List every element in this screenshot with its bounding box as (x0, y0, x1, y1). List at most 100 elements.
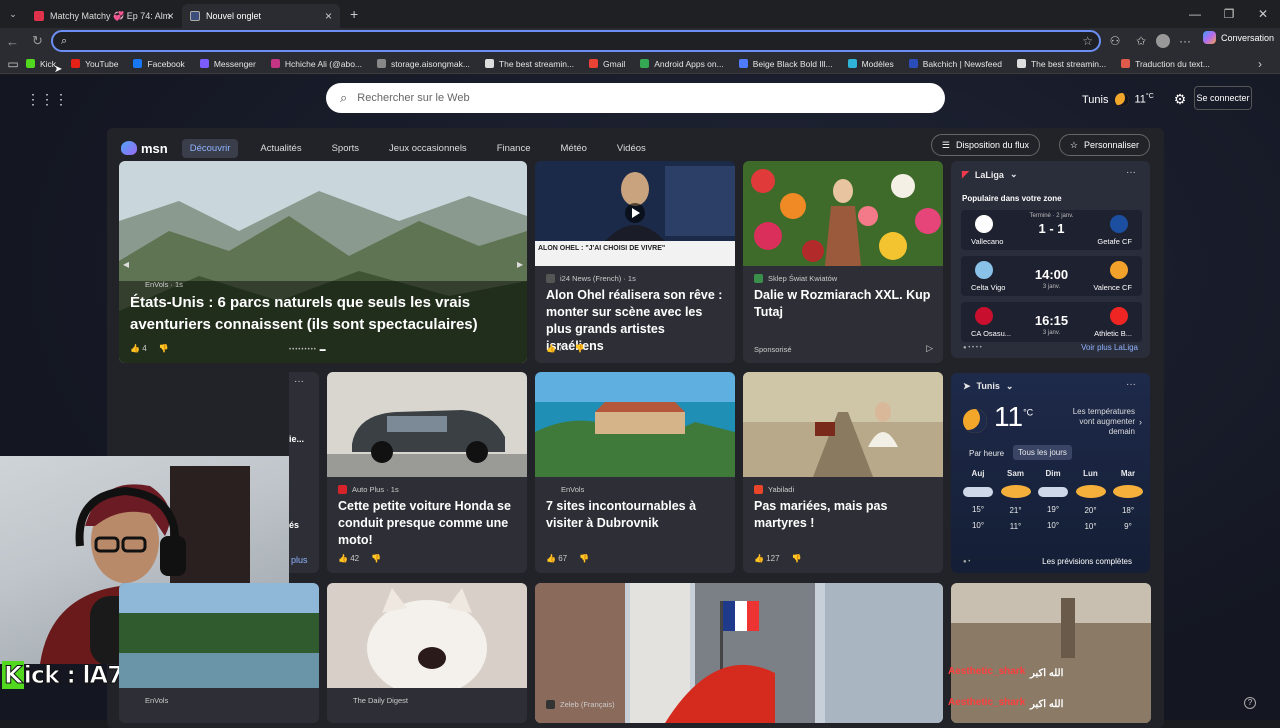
tab-decouvrir[interactable]: Découvrir (181, 138, 239, 158)
tab-par-heure[interactable]: Par heure (969, 449, 1004, 458)
pager-dots[interactable]: ● • • • • (963, 345, 982, 351)
tab-finance[interactable]: Finance (489, 139, 539, 158)
favorite-star-icon[interactable]: ☆ (1082, 34, 1093, 48)
more-icon[interactable]: ··· (1174, 31, 1196, 51)
bookmark-item[interactable]: YouTube (71, 59, 118, 69)
carousel-prev-icon[interactable]: ◂ (123, 257, 129, 271)
pager-dots[interactable]: ● • (963, 559, 970, 565)
sponsored-card-dalie[interactable]: Sklep Świat Kwiatów Dalie w Rozmiarach X… (743, 161, 943, 363)
news-card-alon[interactable]: ALON OHEL : "J'AI CHOISI DE VIVRE" i24 N… (535, 161, 735, 363)
msn-logo[interactable]: msn (121, 141, 168, 156)
hero-card[interactable]: ◂ ▸ EnVols · 1s États-Unis : 6 parcs nat… (119, 161, 527, 363)
weather-note-chevron-icon[interactable]: › (1139, 417, 1142, 427)
laliga-more-link[interactable]: Voir plus LaLiga (1081, 343, 1138, 352)
forecast-day[interactable]: Lun 20° 10° (1075, 469, 1106, 531)
bookmark-item[interactable]: Hchiche Ali (@abo... (270, 59, 362, 69)
card-title[interactable]: Pas mariées, mais pas martyres ! (754, 498, 933, 532)
settings-gear-icon[interactable]: ⚙ (1174, 91, 1187, 108)
new-tab-plus-icon[interactable]: + (350, 6, 358, 22)
carousel-dots[interactable]: ••••••••• ▬ (289, 347, 327, 353)
match-row[interactable]: CA Osasu... Athletic B... 16:15 3 janv. (961, 302, 1142, 342)
carousel-next-icon[interactable]: ▸ (517, 257, 523, 271)
bookmark-item[interactable]: Messenger (199, 59, 256, 69)
news-card-bottom-2[interactable]: The Daily Digest (327, 583, 527, 723)
bookmark-item[interactable]: Beige Black Bold Ill... (738, 59, 833, 69)
bookmark-item[interactable]: Bakchich | Newsfeed (908, 59, 1002, 69)
ad-play-icon[interactable]: ▷ (926, 343, 933, 354)
laliga-widget[interactable]: ◤ LaLiga ⌄ ··· Populaire dans votre zone V… (951, 161, 1150, 358)
tab-actualites[interactable]: Actualités (252, 139, 309, 158)
like-icon[interactable]: 👍 7 (546, 344, 563, 353)
bookmark-item[interactable]: Android Apps on... (640, 59, 724, 69)
card-title[interactable]: Dalie w Rozmiarach XXL. Kup Tutaj (754, 287, 933, 321)
news-card-honda[interactable]: Auto Plus · 1s Cette petite voiture Hond… (327, 372, 527, 573)
card-title[interactable]: 7 sites incontournables à visiter à Dubr… (546, 498, 725, 532)
minimize-icon[interactable]: — (1178, 0, 1212, 28)
tab-actions-chevron-icon[interactable]: ⌄ (0, 9, 26, 20)
news-card-mariees[interactable]: Yabiladi Pas mariées, mais pas martyres … (743, 372, 943, 573)
avatar[interactable] (1156, 34, 1170, 48)
close-icon[interactable]: × (167, 9, 174, 23)
tab-meteo[interactable]: Météo (553, 139, 595, 158)
tab-new-tab[interactable]: Nouvel onglet × (182, 4, 340, 28)
forecast-day[interactable]: Auj 15° 10° (963, 469, 993, 531)
more-icon[interactable]: ··· (294, 376, 304, 387)
bookmark-item[interactable]: storage.aisongmak... (377, 59, 470, 69)
header-weather[interactable]: Tunis 11°C ⚙ (1082, 91, 1186, 108)
copilot-button[interactable]: Conversation (1202, 31, 1274, 44)
laliga-header[interactable]: ◤ LaLiga ⌄ (962, 169, 1017, 180)
dislike-icon[interactable]: 👎 (575, 344, 585, 353)
dislike-icon[interactable]: 👎 (579, 554, 589, 563)
favorites-icon[interactable]: ✩ (1130, 31, 1152, 51)
bookmark-item[interactable]: The best streamin... (1016, 59, 1106, 69)
dislike-icon[interactable]: 👎 (371, 554, 381, 563)
bookmarks-more-chevron-icon[interactable]: › (1258, 57, 1262, 71)
personalize-button[interactable]: ☆ Personnaliser (1058, 134, 1150, 156)
sign-in-button[interactable]: Se connecter (1194, 86, 1252, 110)
close-icon[interactable]: × (325, 9, 332, 23)
app-launcher-icon[interactable]: ⋮⋮⋮ (26, 91, 68, 108)
feed-layout-button[interactable]: ☰ Disposition du flux (930, 134, 1040, 156)
bookmark-item[interactable]: The best streamin... (484, 59, 574, 69)
weather-widget[interactable]: ➤ Tunis ⌄ ··· 11°C Les températures vont a… (951, 373, 1150, 573)
more-icon[interactable]: ··· (1126, 379, 1136, 390)
forecast-day[interactable]: Mar 18° 9° (1113, 469, 1143, 531)
bookmark-item[interactable]: Modèles (847, 59, 894, 69)
extension-icon[interactable]: ⚇ (1104, 31, 1126, 51)
tab-videos[interactable]: Vidéos (609, 139, 654, 158)
like-icon[interactable]: 👍 127 (754, 554, 780, 563)
dislike-icon[interactable]: 👎 (792, 554, 802, 563)
news-card-partial[interactable]: ··· ie... és plus (289, 372, 319, 573)
news-card-dubrovnik[interactable]: EnVols 7 sites incontournables à visiter… (535, 372, 735, 573)
match-row[interactable]: Celta Vigo Valence CF 14:00 3 janv. (961, 256, 1142, 296)
tab-tous-les-jours[interactable]: Tous les jours (1013, 445, 1072, 460)
news-card-bottom-3[interactable]: Zeleb (Français) (535, 583, 943, 723)
bookmark-item[interactable]: Facebook (133, 59, 185, 69)
partial-text-3[interactable]: plus (291, 555, 308, 565)
card-title[interactable]: Cette petite voiture Honda se conduit pr… (338, 498, 517, 549)
bookmark-item[interactable]: Gmail (589, 59, 625, 69)
tab-sports[interactable]: Sports (324, 139, 367, 158)
forecast-day[interactable]: Sam 21° 11° (1000, 469, 1031, 531)
web-search-input[interactable]: ⌕ Rechercher sur le Web (326, 83, 945, 113)
collections-icon[interactable]: ▭ (0, 57, 26, 71)
news-card-bottom-1[interactable]: EnVols (119, 583, 319, 723)
dislike-icon[interactable]: 👎 (159, 344, 169, 353)
weather-header[interactable]: ➤ Tunis ⌄ (963, 381, 1013, 392)
more-icon[interactable]: ··· (1126, 167, 1136, 178)
like-icon[interactable]: 👍 4 (130, 344, 147, 353)
window-close-icon[interactable]: ✕ (1246, 0, 1280, 28)
match-row[interactable]: Vallecano Getafe CF 1 - 1 Terminé · 2 janv. (961, 210, 1142, 250)
forecast-link[interactable]: Les prévisions complètes (1042, 557, 1132, 566)
like-icon[interactable]: 👍 42 (338, 554, 359, 563)
forecast-day[interactable]: Dim 19° 10° (1038, 469, 1068, 531)
tab-matchy[interactable]: Matchy Matchy 💞 Ep 74: Alma H × (26, 4, 182, 28)
bookmark-item[interactable]: Kick (26, 59, 56, 69)
refresh-icon[interactable]: ↻ (25, 33, 50, 49)
address-input[interactable]: ⌕ ☆ (51, 30, 1101, 52)
like-icon[interactable]: 👍 67 (546, 554, 567, 563)
card-title[interactable]: États-Unis : 6 parcs naturels que seuls … (130, 292, 517, 336)
maximize-icon[interactable]: ❐ (1212, 0, 1246, 28)
bookmark-item[interactable]: Traduction du text... (1121, 59, 1210, 69)
tab-jeux[interactable]: Jeux occasionnels (381, 139, 475, 158)
